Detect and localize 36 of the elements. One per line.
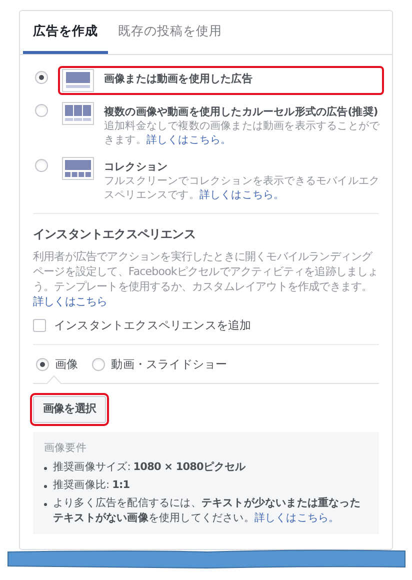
checkbox-label: インスタントエクスペリエンスを追加	[54, 316, 252, 334]
tab[interactable]: 既存の投稿を使用	[108, 11, 232, 54]
bullet-icon	[44, 484, 47, 488]
option-title: コレクション	[104, 160, 169, 174]
select-image-button[interactable]: 画像を選択	[30, 393, 110, 426]
radio-button[interactable]	[35, 158, 48, 172]
ad-format-icon	[62, 68, 94, 92]
requirement-text: より多く広告を配信するには、テキストが少ないまたは重なったテキストがない画像を使用してください。詳しくはこちら。	[53, 496, 362, 526]
radio-button[interactable]	[36, 358, 49, 372]
requirement-text: 推奨画像比: 1:1	[53, 478, 130, 492]
ad-format-option[interactable]: 複数の画像や動画を使用したカルーセル形式の広告(推奨) 追加料金なしで複数の画像または動画を表示することができます。詳しくはこちら。	[58, 98, 384, 150]
learn-more-link[interactable]: 詳しくはこちら。	[254, 512, 340, 524]
option-description: フルスクリーンでコレクションを表示できるモバイルエクスペリエンスです。詳しくはこちら。	[104, 174, 380, 202]
option-description: 追加料金なしで複数の画像または動画を表示することができます。詳しくはこちら。	[104, 118, 380, 147]
requirements-heading: 画像要件	[44, 440, 88, 456]
radio-button[interactable]	[35, 70, 48, 84]
radio-button[interactable]	[92, 358, 106, 372]
bullet-icon	[44, 502, 47, 506]
bullet-icon	[44, 466, 47, 470]
radio-label: 画像	[55, 356, 78, 373]
option-title: 画像または動画を使用した広告	[104, 72, 254, 86]
ad-format-option[interactable]: コレクション フルスクリーンでコレクションを表示できるモバイルエクスペリエンスです。詳しくはこちら。	[58, 154, 384, 205]
radio-button[interactable]	[35, 104, 48, 117]
tab[interactable]: 広告を作成	[23, 11, 108, 54]
option-title: 複数の画像や動画を使用したカルーセル形式の広告(推奨)	[104, 104, 379, 119]
learn-more-link[interactable]: 詳しくはこちら。	[199, 188, 284, 201]
learn-more-link[interactable]: 詳しくはこちら	[33, 294, 108, 308]
section-heading: インスタントエクスペリエンス	[33, 226, 196, 243]
learn-more-link[interactable]: 詳しくはこちら。	[146, 134, 232, 146]
section-description: 利用者が広告でアクションを実行したときに開くモバイルランディングページを設定して、Facebookピクセルでアクティビティを追跡しましょう。テンプレートを使用するか、カスタムレイアウトを作成できます。 詳しくはこちら	[33, 248, 379, 309]
requirement-text: 推奨画像サイズ: 1080 × 1080ピクセル	[53, 460, 246, 474]
ad-format-option[interactable]: 画像または動画を使用した広告	[58, 66, 384, 95]
radio-label: 動画・スライドショー	[111, 356, 228, 373]
checkbox[interactable]	[33, 318, 46, 332]
ad-format-icon	[62, 102, 94, 125]
ad-format-icon	[62, 156, 94, 180]
